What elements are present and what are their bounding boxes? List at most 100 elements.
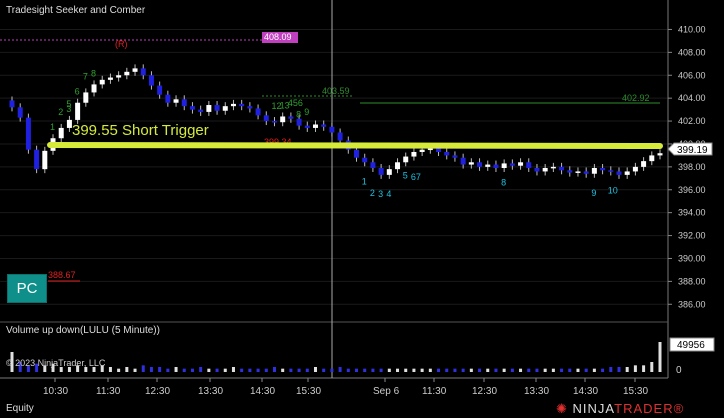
price-tick-label: 398.00: [678, 162, 706, 172]
candle-body: [444, 151, 450, 156]
candle-body: [542, 168, 548, 172]
count-label: 2: [58, 107, 63, 117]
price-tick-label: 396.00: [678, 185, 706, 195]
volume-bar: [560, 368, 564, 372]
candle-body: [550, 166, 556, 169]
volume-bar: [510, 368, 514, 372]
volume-bar: [313, 367, 317, 372]
candle-body: [271, 121, 277, 123]
volume-bar: [642, 365, 646, 372]
candle-body: [107, 77, 113, 80]
candle-body: [132, 68, 138, 72]
pc-badge: PC: [7, 274, 47, 303]
candle-body: [173, 99, 179, 103]
count-label: 67: [411, 172, 421, 182]
candle-body: [452, 155, 458, 158]
volume-bar: [297, 368, 301, 372]
candle-body: [395, 162, 401, 170]
volume-bar: [658, 342, 662, 372]
volume-bar: [625, 367, 629, 372]
short-trigger-label: 399.55 Short Trigger: [72, 122, 209, 139]
candle-body: [148, 75, 154, 86]
candle-body: [75, 102, 81, 120]
price-tick-label: 406.00: [678, 70, 706, 80]
candle-body: [189, 106, 195, 110]
volume-bar: [363, 368, 367, 372]
count-label: 3: [378, 189, 383, 199]
volume-bar: [486, 368, 490, 372]
volume-bar: [199, 367, 203, 372]
candle-body: [222, 106, 228, 111]
candle-body: [534, 168, 540, 172]
price-tick-label: 392.00: [678, 231, 706, 241]
price-tick-label: 404.00: [678, 93, 706, 103]
volume-bar: [338, 367, 342, 372]
candle-body: [25, 117, 31, 150]
volume-bar: [322, 368, 326, 372]
candle-body: [616, 171, 622, 175]
volume-bar: [305, 368, 309, 372]
chart-title: Tradesight Seeker and Comber: [6, 5, 146, 16]
volume-bar: [617, 367, 621, 372]
candle-body: [608, 170, 614, 172]
candle-body: [468, 162, 474, 165]
candle-body: [657, 153, 663, 156]
candle-body: [567, 170, 573, 173]
candle-body: [140, 68, 146, 76]
volume-bar: [379, 368, 383, 372]
count-label: 9: [591, 188, 596, 198]
volume-bar: [117, 368, 121, 372]
candle-body: [419, 149, 425, 152]
time-tick-label: 14:30: [573, 386, 598, 397]
candle-body: [9, 100, 15, 108]
candle-body: [386, 169, 392, 175]
time-tick-label: 11:30: [96, 386, 121, 397]
volume-bar: [355, 368, 359, 372]
candle-body: [247, 106, 253, 109]
short-trigger-line: [47, 142, 663, 149]
time-tick-label: 10:30: [43, 386, 68, 397]
volume-bar: [272, 367, 276, 372]
volume-bar: [166, 368, 170, 372]
time-tick-label: 12:30: [145, 386, 170, 397]
volume-bar: [469, 368, 473, 372]
volume-bar: [190, 368, 194, 372]
price-tick-label: 388.00: [678, 276, 706, 286]
volume-bar: [502, 368, 506, 372]
candle-body: [124, 71, 130, 76]
candle-body: [354, 149, 360, 158]
candle-body: [509, 163, 515, 166]
time-tick-label: 14:30: [250, 386, 275, 397]
volume-bar: [158, 367, 162, 372]
candle-body: [477, 162, 483, 167]
price-tick-label: 410.00: [678, 24, 706, 34]
volume-bar: [289, 368, 293, 372]
volume-bar: [576, 368, 580, 372]
count-label: 456: [288, 98, 303, 108]
volume-bar: [461, 368, 465, 372]
candle-body: [214, 105, 220, 111]
volume-bar: [404, 368, 408, 372]
volume-bar: [346, 368, 350, 372]
volume-value-label: 49956: [677, 340, 705, 351]
candle-body: [263, 115, 269, 122]
time-tick-label: 13:30: [524, 386, 549, 397]
candle-body: [17, 107, 23, 118]
count-label: 4: [386, 189, 391, 199]
candle-body: [329, 126, 335, 133]
candle-body: [165, 94, 171, 103]
count-label: 8: [91, 68, 96, 78]
candle-body: [370, 162, 376, 169]
candle-body: [255, 108, 261, 116]
volume-bar: [207, 368, 211, 372]
volume-bar: [108, 367, 112, 372]
volume-bar: [527, 368, 531, 372]
candle-body: [206, 105, 212, 112]
candle-body: [362, 157, 368, 163]
count-label: 9: [304, 107, 309, 117]
volume-panel-title: Volume up down(LULU (5 Minute)): [6, 325, 160, 336]
candle-body: [485, 164, 491, 167]
price-tick-label: 408.00: [678, 47, 706, 57]
volume-bar: [445, 368, 449, 372]
candle-body: [501, 163, 507, 169]
